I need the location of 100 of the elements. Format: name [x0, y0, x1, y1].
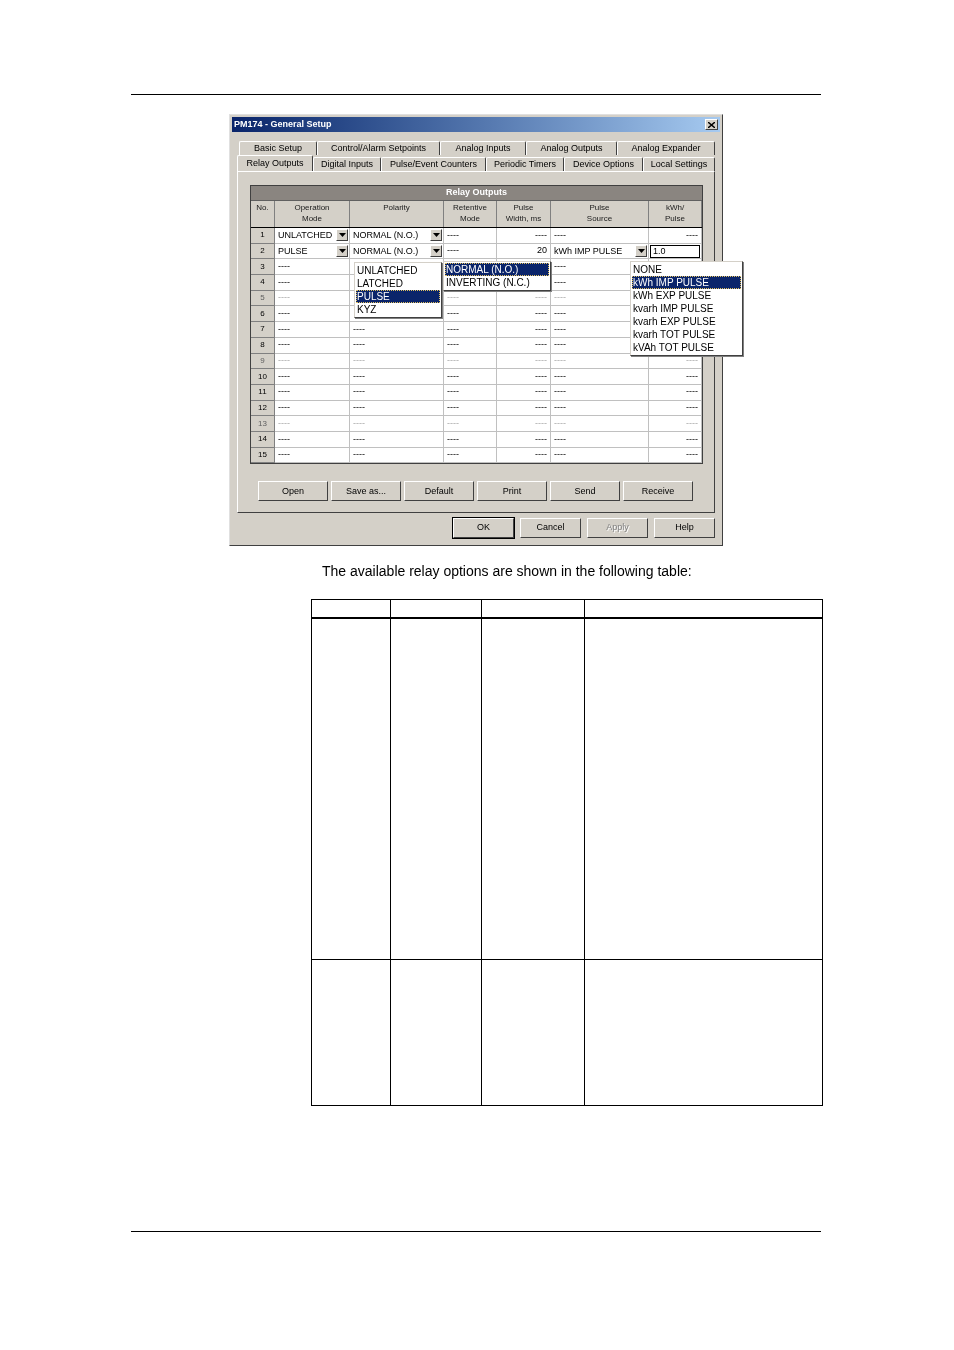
grid-title: Relay Outputs	[251, 186, 702, 201]
table-cell: ----	[535, 291, 547, 305]
dialog-button[interactable]: Open	[258, 481, 328, 502]
table-cell: ----	[554, 448, 566, 462]
table-cell-text: ----	[353, 416, 365, 430]
table-cell: ----	[447, 291, 459, 305]
tab[interactable]: Control/Alarm Setpoints	[317, 141, 440, 155]
dialog-button[interactable]: OK	[453, 518, 514, 538]
dropdown-option[interactable]: KYZ	[356, 303, 440, 316]
table-cell: ----	[353, 385, 365, 399]
table-cell: ----	[686, 385, 698, 399]
dropdown-option[interactable]: UNLATCHED	[356, 264, 440, 277]
row-number: 10	[251, 369, 275, 385]
table-cell-text: ----	[278, 432, 290, 446]
table-cell: ----	[535, 401, 547, 415]
row-number: 3	[251, 259, 275, 276]
tab[interactable]: Pulse/Event Counters	[381, 157, 486, 171]
dropdown-option[interactable]: kvarh IMP PULSE	[632, 302, 741, 315]
table-cell-text: ----	[447, 432, 459, 446]
dropdown-option[interactable]: INVERTING (N.C.)	[445, 276, 549, 289]
table-cell-text: ----	[353, 322, 365, 336]
table-cell-text: ----	[535, 322, 547, 336]
dropdown-option[interactable]: kvarh TOT PULSE	[632, 328, 741, 341]
table-cell: ----	[554, 338, 566, 352]
tab[interactable]: Digital Inputs	[313, 157, 381, 171]
tab[interactable]: Analog Outputs	[526, 141, 617, 155]
table-cell-text: ----	[554, 322, 566, 336]
column-header: Retentive Mode	[444, 201, 497, 227]
combo-box[interactable]: NORMAL (N.O.)	[350, 228, 444, 244]
table-cell-text: ----	[554, 432, 566, 446]
dropdown-option[interactable]: NORMAL (N.O.)	[445, 263, 549, 276]
table-cell-text: ----	[554, 275, 566, 289]
table-cell: ----	[353, 448, 365, 462]
table-cell: ----	[278, 385, 290, 399]
row-number: 1	[251, 228, 275, 244]
dropdown-button[interactable]	[635, 245, 647, 258]
caret-icon	[338, 233, 346, 238]
dialog-button[interactable]: Cancel	[520, 518, 581, 538]
table-cell-text: ----	[535, 416, 547, 430]
close-button[interactable]	[705, 119, 718, 130]
table-cell-text: ----	[447, 416, 459, 430]
tab[interactable]: Device Options	[564, 157, 643, 171]
table-cell: ----	[554, 354, 566, 368]
table-cell-text: ----	[554, 228, 566, 242]
dropdown-option[interactable]: kWh EXP PULSE	[632, 289, 741, 302]
table-cell-text: ----	[278, 259, 290, 273]
caret-icon	[637, 249, 645, 254]
table-cell: ----	[278, 354, 290, 368]
table-cell: ----	[447, 385, 459, 399]
dropdown-option[interactable]: NONE	[632, 263, 741, 276]
table-cell-text: ----	[353, 432, 365, 446]
dialog-button[interactable]: Send	[550, 481, 620, 502]
tab[interactable]: Periodic Timers	[486, 157, 564, 171]
table-cell: ----	[554, 307, 566, 321]
column-header: kWh/ Pulse	[649, 201, 702, 227]
tab[interactable]: Relay Outputs	[237, 155, 313, 171]
tab[interactable]: Local Settings	[643, 157, 715, 171]
table-cell: ----	[353, 354, 365, 368]
table-cell: ----	[535, 338, 547, 352]
table-cell: ----	[554, 401, 566, 415]
input-field[interactable]: 1.0	[650, 244, 700, 258]
table-cell: ----	[447, 354, 459, 368]
table-cell: 20	[537, 244, 547, 258]
dialog-button[interactable]: Help	[654, 518, 715, 538]
dropdown-option[interactable]: LATCHED	[356, 277, 440, 290]
table-cell-text: ----	[686, 369, 698, 383]
caret-icon	[338, 249, 346, 254]
dropdown-button[interactable]	[336, 229, 348, 242]
table-cell: ----	[447, 307, 459, 321]
dialog-button[interactable]: Default	[404, 481, 474, 502]
table-cell: ----	[353, 401, 365, 415]
dropdown-button[interactable]	[430, 245, 442, 258]
tab[interactable]: Analog Expander	[617, 141, 715, 155]
caption-text: The available relay options are shown in the following table:	[322, 562, 693, 581]
table-cell-text: ----	[447, 228, 459, 242]
table-cell: ----	[447, 448, 459, 462]
dropdown-option[interactable]: kvarh EXP PULSE	[632, 315, 741, 328]
column-header: No.	[251, 201, 275, 227]
tab[interactable]: Basic Setup	[239, 141, 317, 155]
caret-icon	[432, 249, 440, 254]
window-title: PM174 - General Setup	[234, 117, 332, 131]
dropdown-option[interactable]: kWh IMP PULSE	[632, 276, 741, 289]
table-cell: ----	[535, 385, 547, 399]
column-header: Pulse Width, ms	[497, 201, 551, 227]
combo-box[interactable]: UNLATCHED	[275, 228, 350, 244]
table-cell: ----	[278, 401, 290, 415]
dropdown-option[interactable]: PULSE	[356, 290, 440, 303]
row-number: 4	[251, 275, 275, 291]
dropdown-option[interactable]: kVAh TOT PULSE	[632, 341, 741, 354]
dialog-button[interactable]: Receive	[623, 481, 693, 502]
tab[interactable]: Analog Inputs	[440, 141, 526, 155]
dropdown-button[interactable]	[430, 229, 442, 242]
table-cell: ----	[278, 291, 290, 305]
table-cell: ----	[447, 338, 459, 352]
dialog-button[interactable]: Save as...	[331, 481, 401, 502]
dialog-button[interactable]: Print	[477, 481, 547, 502]
table-cell-text: ----	[686, 416, 698, 430]
table-cell-text: ----	[278, 322, 290, 336]
dropdown-button[interactable]	[336, 245, 348, 258]
column-header: Pulse Source	[551, 201, 649, 227]
